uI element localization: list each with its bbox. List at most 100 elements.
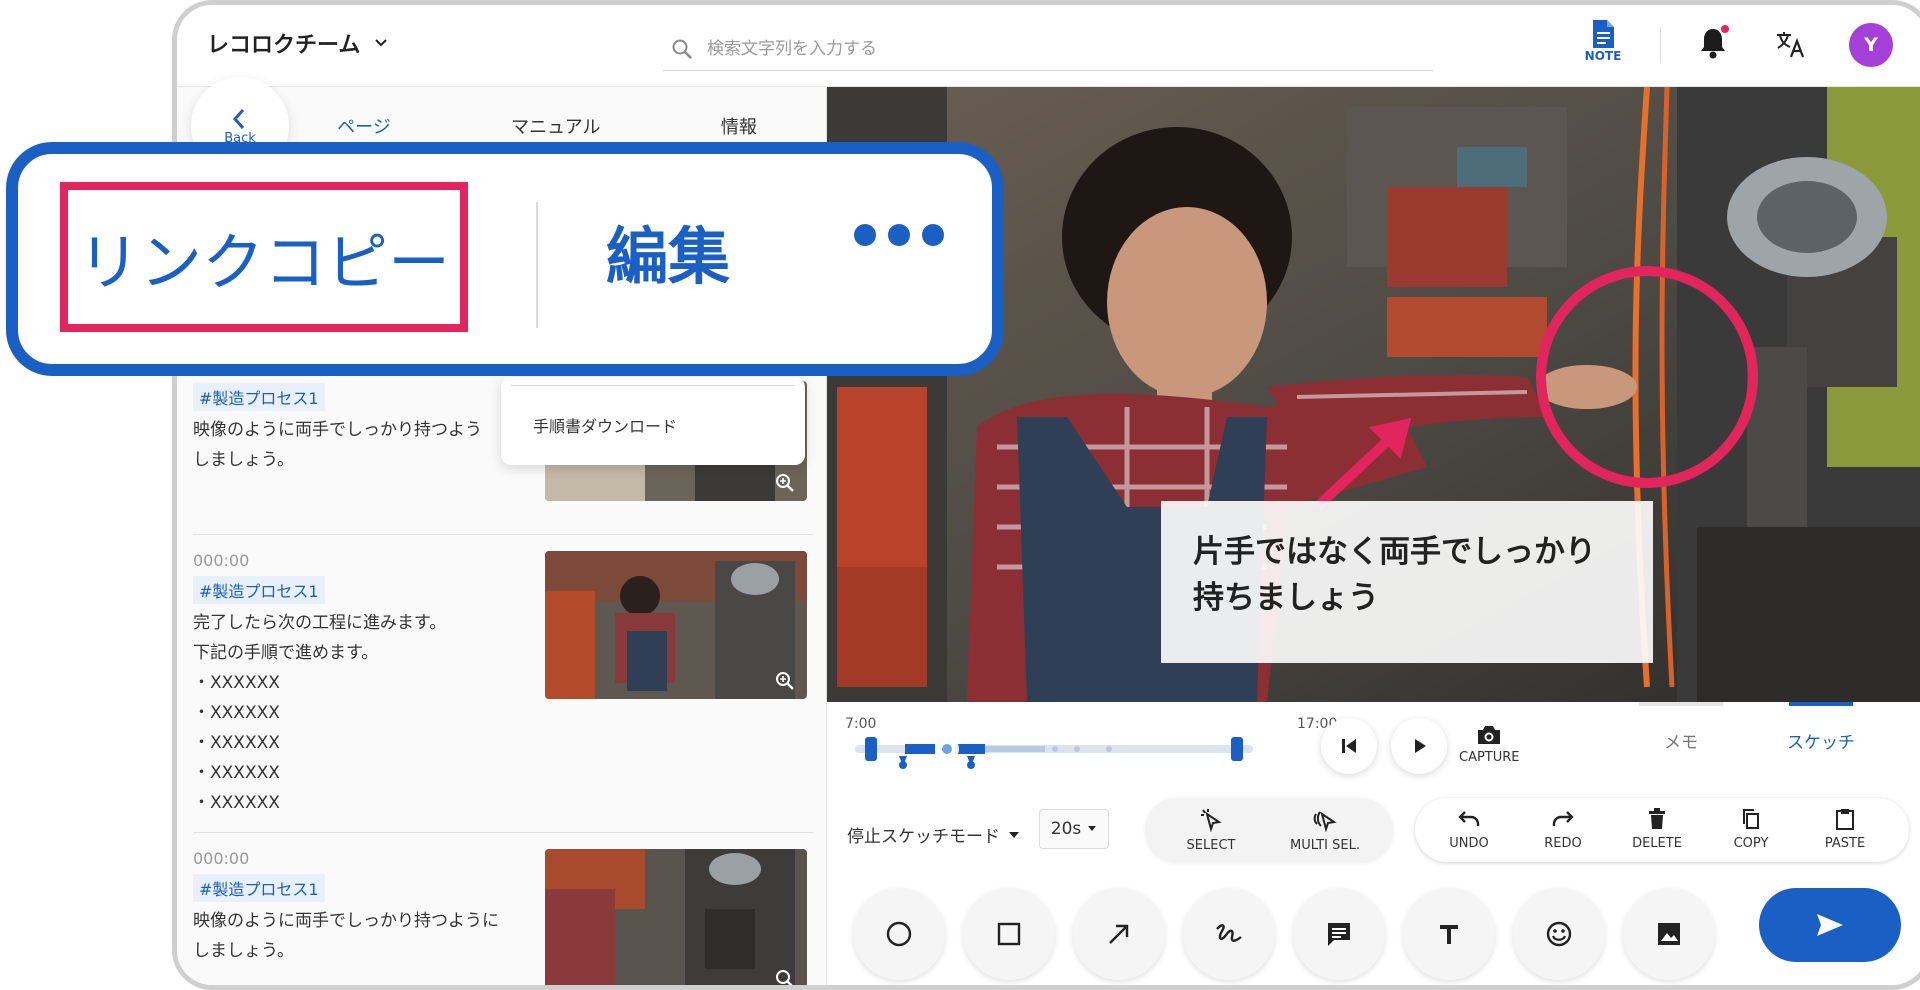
redo-icon (1552, 811, 1574, 826)
rectangle-tool-button[interactable] (963, 888, 1055, 980)
undo-button[interactable]: UNDO (1421, 808, 1517, 851)
comment-tool-button[interactable] (1293, 888, 1385, 980)
sketch-controls: 7:00 17:00 CAPTURE メモ スケッチ 停止スケッチモード 20s… (827, 702, 1920, 985)
undo-icon (1458, 811, 1480, 826)
note-button[interactable]: NOTE (1581, 19, 1625, 63)
menu-item-download-manual[interactable]: 手順書ダウンロード (533, 413, 677, 437)
chevron-down-icon (375, 39, 388, 47)
trash-icon (1649, 808, 1665, 829)
tab-info[interactable]: 情報 (721, 113, 757, 139)
skip-previous-icon (1342, 739, 1356, 753)
memo-tab-indicator (1639, 702, 1723, 706)
square-icon (997, 922, 1021, 946)
multi-select-label: MULTI SEL. (1290, 838, 1360, 853)
tab-page[interactable]: ページ (337, 113, 391, 139)
search-input[interactable] (707, 38, 1307, 59)
clipboard-icon (1836, 809, 1854, 830)
translate-button[interactable] (1775, 29, 1807, 63)
freehand-icon (1216, 924, 1242, 942)
copy-label: COPY (1733, 836, 1769, 851)
play-icon (1415, 739, 1426, 753)
factory-thumbnail (545, 849, 807, 985)
caret-down-icon (1009, 831, 1019, 838)
note-tag[interactable]: #製造プロセス1 (193, 576, 325, 604)
top-header: レコロクチーム NOTE Y (177, 5, 1920, 87)
arrow-tool-button[interactable] (1073, 888, 1165, 980)
paste-button[interactable]: PASTE (1797, 808, 1893, 851)
skip-back-button[interactable] (1321, 718, 1377, 774)
undo-label: UNDO (1449, 836, 1489, 851)
redo-label: REDO (1544, 836, 1582, 851)
notification-badge (1721, 25, 1729, 33)
capture-label: CAPTURE (1459, 750, 1520, 765)
zoom-icon[interactable] (775, 671, 795, 691)
interval-select[interactable]: 20s (1039, 809, 1109, 849)
notification-button[interactable] (1699, 25, 1729, 63)
send-button[interactable] (1759, 888, 1901, 962)
factory-thumbnail (545, 551, 807, 699)
zoom-icon[interactable] (775, 969, 795, 989)
tab-memo[interactable]: メモ (1651, 728, 1711, 753)
search-icon (672, 39, 692, 59)
comment-icon (1328, 923, 1350, 946)
note-item[interactable]: 000:00 #製造プロセス1 映像のように両手でしっかり持つように しましょう… (193, 849, 813, 985)
team-name: レコロクチーム (207, 33, 361, 58)
document-icon (1593, 20, 1614, 48)
link-copy-button[interactable]: リンクコピー (60, 182, 468, 332)
emoji-tool-button[interactable] (1513, 888, 1605, 980)
circle-tool-button[interactable] (853, 888, 945, 980)
action-menu-callout: リンクコピー 編集 (6, 142, 1004, 376)
video-caption[interactable]: 片手ではなく両手でしっかり 持ちましょう (1161, 501, 1653, 663)
image-tool-button[interactable] (1623, 888, 1715, 980)
more-options-button[interactable] (854, 224, 944, 246)
more-dot (922, 224, 944, 246)
note-divider (193, 534, 813, 535)
play-button[interactable] (1391, 718, 1447, 774)
paste-label: PASTE (1824, 836, 1866, 851)
interval-value: 20s (1050, 819, 1082, 839)
edit-button[interactable]: 編集 (606, 206, 730, 296)
note-thumbnail[interactable] (545, 849, 807, 989)
note-divider (193, 832, 813, 833)
image-icon (1658, 923, 1680, 945)
timeline-scrubber[interactable] (855, 730, 1255, 770)
copy-button[interactable]: COPY (1703, 808, 1799, 851)
chevron-left-icon (232, 108, 245, 129)
select-label: SELECT (1186, 838, 1236, 853)
stop-sketch-mode-label: 停止スケッチモード (847, 827, 1000, 847)
panel-tabs: ページ マニュアル 情報 (277, 113, 817, 139)
team-selector[interactable]: レコロクチーム (207, 27, 388, 59)
context-menu: 手順書ダウンロード (501, 377, 805, 465)
header-divider (1660, 27, 1661, 63)
multi-select-tool-button[interactable]: MULTI SEL. (1277, 808, 1373, 853)
multi-cursor-icon (1313, 811, 1337, 832)
text-icon (1440, 925, 1458, 944)
note-tag[interactable]: #製造プロセス1 (193, 383, 325, 411)
selection-tools-group: SELECT MULTI SEL. (1145, 798, 1393, 862)
sketch-tab-indicator (1789, 702, 1853, 706)
user-avatar[interactable]: Y (1849, 23, 1893, 67)
copy-icon (1743, 809, 1759, 829)
text-tool-button[interactable] (1403, 888, 1495, 980)
note-item[interactable]: 000:00 #製造プロセス1 完了したら次の工程に進みます。 下記の手順で進め… (193, 551, 813, 818)
select-tool-button[interactable]: SELECT (1163, 808, 1259, 853)
note-tag[interactable]: #製造プロセス1 (193, 874, 325, 902)
delete-button[interactable]: DELETE (1609, 808, 1705, 851)
circle-icon (886, 921, 912, 947)
note-thumbnail[interactable] (545, 551, 807, 699)
zoom-icon[interactable] (775, 473, 795, 493)
freehand-tool-button[interactable] (1183, 888, 1275, 980)
capture-button[interactable]: CAPTURE (1459, 724, 1520, 765)
camera-icon (1478, 726, 1501, 744)
redo-button[interactable]: REDO (1515, 808, 1611, 851)
search-bar (663, 27, 1433, 71)
more-dot (854, 224, 876, 246)
note-body: 完了したら次の工程に進みます。 下記の手順で進めます。 ・XXXXXX ・XXX… (193, 613, 447, 813)
more-dot (888, 224, 910, 246)
tab-sketch[interactable]: スケッチ (1775, 728, 1867, 753)
caret-down-icon (1088, 826, 1097, 831)
cursor-click-icon (1201, 809, 1222, 832)
tab-manual[interactable]: マニュアル (511, 113, 600, 139)
stop-sketch-mode-dropdown[interactable]: 停止スケッチモード (847, 822, 1020, 847)
translate-icon (1777, 32, 1805, 58)
